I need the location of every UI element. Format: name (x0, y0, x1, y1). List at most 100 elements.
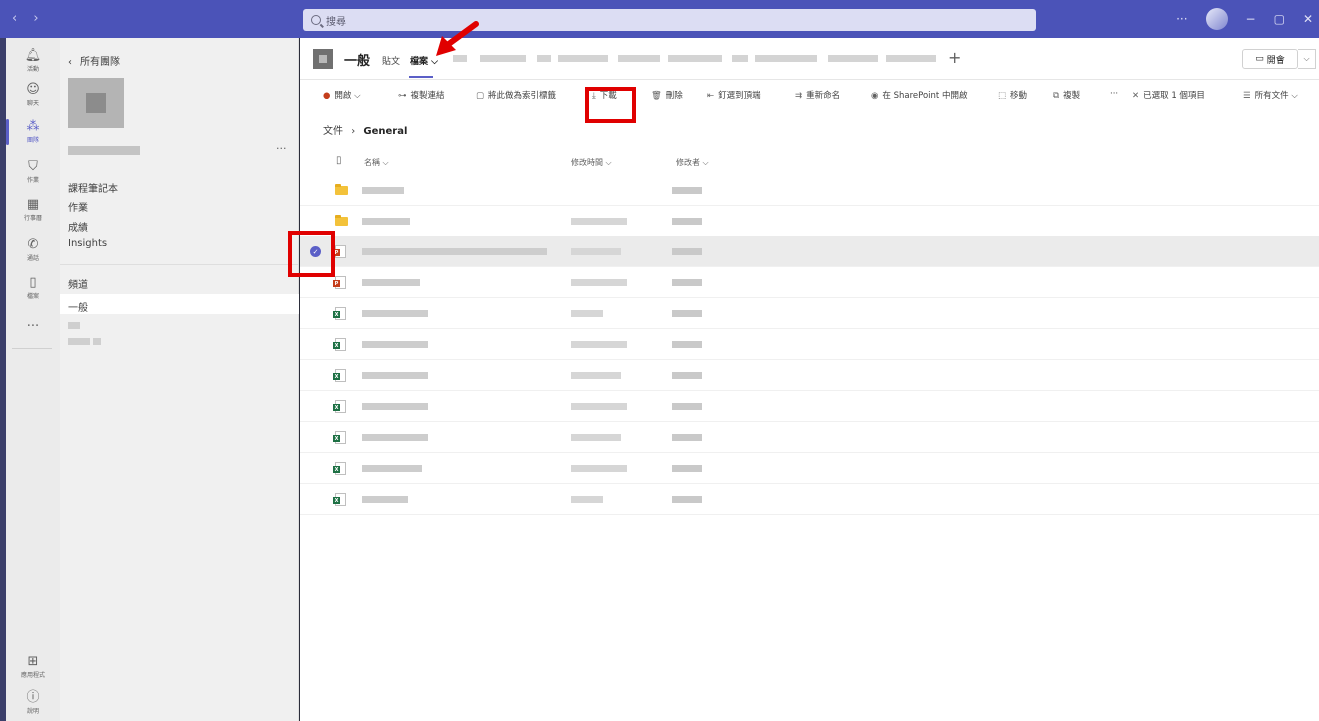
file-row[interactable] (300, 175, 1319, 206)
tab-redacted[interactable] (480, 55, 526, 62)
pdf-file-icon: P (333, 276, 346, 289)
minimize-button[interactable]: − (1246, 12, 1256, 26)
move-button[interactable]: ⬚ 移動 (998, 89, 1027, 101)
search-icon (311, 15, 321, 25)
tab-redacted[interactable] (537, 55, 551, 62)
toolbar-more-button[interactable]: ··· (1110, 89, 1118, 99)
modified-time-redacted (571, 496, 603, 503)
add-tab-button[interactable]: + (948, 48, 961, 67)
breadcrumb-current: General (363, 126, 408, 137)
channel-redacted[interactable] (68, 336, 102, 347)
title-bar: ‹ › 搜尋 ··· − ▢ ✕ (0, 0, 1319, 38)
channel-redacted[interactable] (68, 320, 80, 331)
file-row[interactable] (300, 206, 1319, 237)
file-row[interactable]: X (300, 360, 1319, 391)
open-button[interactable]: ● 開啟 ⌵ (323, 89, 361, 101)
folder-icon (335, 184, 348, 195)
file-row[interactable]: X (300, 422, 1319, 453)
red-arrow-icon (436, 21, 479, 56)
column-name[interactable]: 名稱 ⌵ (364, 157, 389, 168)
checkbox-highlight-box (288, 231, 335, 277)
active-tab-indicator (409, 76, 433, 78)
modified-by-redacted (672, 341, 702, 348)
file-row[interactable]: X (300, 484, 1319, 515)
rail-calendar[interactable]: ▦ 行事曆 (6, 193, 60, 227)
tab-redacted[interactable] (618, 55, 660, 62)
rail-files[interactable]: ▯ 檔案 (6, 271, 60, 305)
more-apps-icon: ··· (26, 319, 40, 334)
meet-button[interactable]: ▭ 開會 (1242, 49, 1298, 69)
file-row[interactable]: P (300, 267, 1319, 298)
menu-class-notebook[interactable]: 課程筆記本 (68, 180, 118, 195)
team-more-icon[interactable]: ··· (276, 142, 287, 155)
back-to-teams[interactable]: ‹ 所有團隊 (68, 53, 128, 68)
clear-selection-button[interactable]: ✕ 已選取 1 個項目 (1132, 89, 1205, 101)
make-tab-button[interactable]: ▢ 將此做為索引標籤 (476, 89, 556, 101)
modified-by-redacted (672, 465, 702, 472)
file-row[interactable]: X (300, 453, 1319, 484)
download-highlight-box (585, 87, 636, 123)
pin-button[interactable]: ⇤ 釘選到頂端 (707, 89, 761, 101)
rename-button[interactable]: ⇉ 重新命名 (795, 89, 840, 101)
rename-icon: ⇉ (795, 91, 803, 101)
column-modified[interactable]: 修改時間 ⌵ (571, 157, 612, 168)
menu-assignments[interactable]: 作業 (68, 199, 88, 214)
tab-redacted[interactable] (558, 55, 608, 62)
bell-icon: 🔔︎ (24, 48, 42, 63)
rail-calls[interactable]: ✆ 通話 (6, 233, 60, 267)
tab-icon: ▢ (476, 91, 485, 101)
excel-file-icon: X (333, 493, 346, 506)
modified-time-redacted (571, 310, 603, 317)
channel-general[interactable]: 一般 (68, 299, 88, 314)
tab-redacted[interactable] (668, 55, 722, 62)
file-row[interactable]: X (300, 329, 1319, 360)
rail-activity[interactable]: 🔔︎ 活動 (6, 44, 60, 78)
file-row[interactable]: X (300, 391, 1319, 422)
maximize-button[interactable]: ▢ (1274, 12, 1285, 26)
meet-dropdown[interactable]: ⌵ (1298, 49, 1316, 69)
menu-insights[interactable]: Insights (68, 238, 107, 249)
chevron-down-icon: ⌵ (1291, 91, 1298, 101)
all-documents-view[interactable]: ☰ 所有文件 ⌵ (1243, 89, 1298, 101)
rail-more[interactable]: ··· (6, 310, 60, 344)
file-name-redacted (362, 218, 410, 225)
rail-chat[interactable]: ☺ 聊天 (6, 78, 60, 112)
history-nav[interactable]: ‹ › (12, 11, 45, 26)
open-sharepoint-button[interactable]: ◉ 在 SharePoint 中開啟 (871, 89, 967, 101)
copy-link-button[interactable]: ⊶ 複製連結 (398, 89, 445, 101)
copy-button[interactable]: ⧉ 複製 (1053, 89, 1080, 101)
delete-button[interactable]: 🗑︎ 刪除 (651, 89, 683, 101)
rail-assignments[interactable]: ⛉ 作業 (6, 155, 60, 189)
main-content: 一般 貼文 檔案 ⌵ + ▭ 開會 ⌵ ● 開啟 ⌵ ⊶ 複製連結 ▢ 將此做為索引標籤… (300, 38, 1319, 721)
more-options-button[interactable]: ··· (1176, 12, 1187, 26)
breadcrumb-root[interactable]: 文件 (323, 126, 343, 137)
rail-teams[interactable]: ⁂ 團隊 (6, 115, 60, 149)
modified-by-redacted (672, 187, 702, 194)
file-type-icon: ▯ (336, 155, 342, 166)
tab-redacted[interactable] (886, 55, 936, 62)
office-icon: ● (323, 91, 331, 101)
rail-apps[interactable]: ⊞ 應用程式 (6, 650, 60, 684)
file-row[interactable]: X (300, 298, 1319, 329)
chevron-down-icon: ⌵ (354, 91, 361, 101)
avatar[interactable] (1205, 8, 1228, 30)
tab-redacted[interactable] (732, 55, 748, 62)
help-icon: ⓘ (26, 690, 40, 705)
modified-by-redacted (672, 279, 702, 286)
modified-time-redacted (571, 279, 627, 286)
column-modified-by[interactable]: 修改者 ⌵ (676, 157, 709, 168)
modified-time-redacted (571, 403, 627, 410)
tab-redacted[interactable] (828, 55, 878, 62)
pdf-file-icon: P (333, 245, 346, 258)
tab-posts[interactable]: 貼文 (382, 54, 400, 67)
file-name-redacted (362, 465, 422, 472)
modified-by-redacted (672, 496, 702, 503)
file-row-selected[interactable]: ✓ P (300, 236, 1319, 267)
close-button[interactable]: ✕ (1303, 12, 1313, 26)
rail-help[interactable]: ⓘ 說明 (6, 686, 60, 720)
menu-grades[interactable]: 成績 (68, 219, 88, 234)
camera-icon: ▭ (1255, 54, 1264, 64)
excel-file-icon: X (333, 431, 346, 444)
search-box[interactable]: 搜尋 (303, 9, 1036, 31)
tab-redacted[interactable] (755, 55, 817, 62)
